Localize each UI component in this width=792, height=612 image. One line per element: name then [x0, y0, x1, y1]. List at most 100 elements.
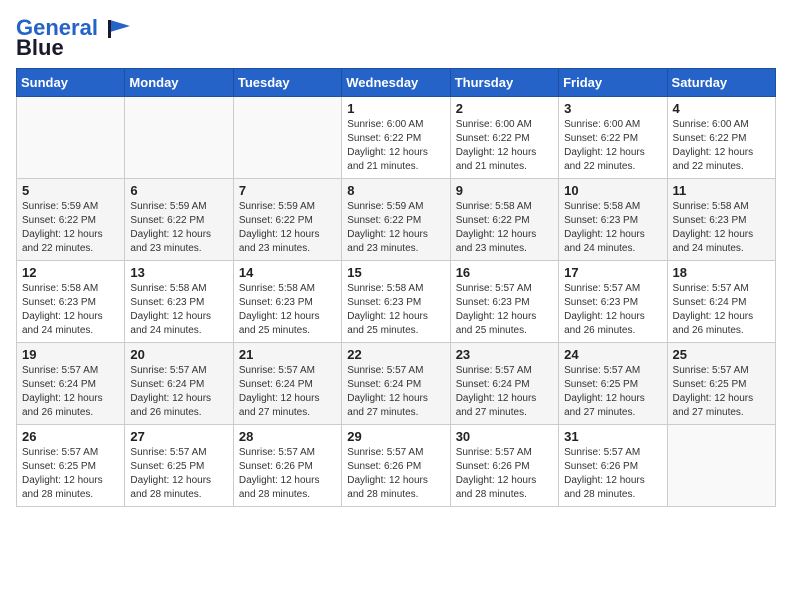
day-number: 26 — [22, 429, 119, 444]
day-number: 10 — [564, 183, 661, 198]
day-number: 1 — [347, 101, 444, 116]
cell-info: Sunrise: 5:57 AM Sunset: 6:23 PM Dayligh… — [564, 282, 661, 338]
cell-info: Sunrise: 6:00 AM Sunset: 6:22 PM Dayligh… — [673, 118, 770, 174]
calendar-week-row: 5 Sunrise: 5:59 AM Sunset: 6:22 PM Daylig… — [17, 179, 776, 261]
day-number: 11 — [673, 183, 770, 198]
calendar-cell: 25 Sunrise: 5:57 AM Sunset: 6:25 PM Dayli… — [667, 343, 775, 425]
cell-info: Sunrise: 5:58 AM Sunset: 6:23 PM Dayligh… — [239, 282, 336, 338]
calendar-cell: 21 Sunrise: 5:57 AM Sunset: 6:24 PM Dayli… — [233, 343, 341, 425]
calendar-header-row: SundayMondayTuesdayWednesdayThursdayFrid… — [17, 69, 776, 97]
cell-info: Sunrise: 5:57 AM Sunset: 6:25 PM Dayligh… — [130, 446, 227, 502]
day-number: 5 — [22, 183, 119, 198]
cell-info: Sunrise: 5:57 AM Sunset: 6:26 PM Dayligh… — [347, 446, 444, 502]
day-number: 2 — [456, 101, 553, 116]
cell-info: Sunrise: 5:57 AM Sunset: 6:24 PM Dayligh… — [130, 364, 227, 420]
calendar-cell: 16Sunrise: 5:57 AM Sunset: 6:23 PM Dayli… — [450, 261, 558, 343]
day-number: 31 — [564, 429, 661, 444]
cell-info: Sunrise: 5:57 AM Sunset: 6:26 PM Dayligh… — [456, 446, 553, 502]
calendar-cell: 3 Sunrise: 6:00 AM Sunset: 6:22 PM Daylig… — [559, 97, 667, 179]
calendar-cell: 18 Sunrise: 5:57 AM Sunset: 6:24 PM Dayli… — [667, 261, 775, 343]
calendar-week-row: 12 Sunrise: 5:58 AM Sunset: 6:23 PM Dayli… — [17, 261, 776, 343]
cell-info: Sunrise: 5:58 AM Sunset: 6:23 PM Dayligh… — [564, 200, 661, 256]
calendar-cell: 24 Sunrise: 5:57 AM Sunset: 6:25 PM Dayli… — [559, 343, 667, 425]
calendar-cell: 31 Sunrise: 5:57 AM Sunset: 6:26 PM Dayli… — [559, 425, 667, 507]
day-number: 23 — [456, 347, 553, 362]
cell-info: Sunrise: 5:57 AM Sunset: 6:24 PM Dayligh… — [347, 364, 444, 420]
cell-info: Sunrise: 5:59 AM Sunset: 6:22 PM Dayligh… — [239, 200, 336, 256]
day-number: 29 — [347, 429, 444, 444]
weekday-header-tuesday: Tuesday — [233, 69, 341, 97]
day-number: 3 — [564, 101, 661, 116]
page-header: General Blue — [16, 16, 776, 60]
cell-info: Sunrise: 5:57 AM Sunset: 6:24 PM Dayligh… — [239, 364, 336, 420]
calendar-week-row: 26 Sunrise: 5:57 AM Sunset: 6:25 PM Dayli… — [17, 425, 776, 507]
day-number: 4 — [673, 101, 770, 116]
calendar-cell: 27Sunrise: 5:57 AM Sunset: 6:25 PM Dayli… — [125, 425, 233, 507]
cell-info: Sunrise: 6:00 AM Sunset: 6:22 PM Dayligh… — [564, 118, 661, 174]
calendar-cell: 15Sunrise: 5:58 AM Sunset: 6:23 PM Dayli… — [342, 261, 450, 343]
calendar-cell — [17, 97, 125, 179]
cell-info: Sunrise: 5:57 AM Sunset: 6:25 PM Dayligh… — [673, 364, 770, 420]
weekday-header-thursday: Thursday — [450, 69, 558, 97]
day-number: 8 — [347, 183, 444, 198]
cell-info: Sunrise: 5:57 AM Sunset: 6:25 PM Dayligh… — [22, 446, 119, 502]
logo: General Blue — [16, 16, 134, 60]
calendar-cell: 28 Sunrise: 5:57 AM Sunset: 6:26 PM Dayli… — [233, 425, 341, 507]
day-number: 30 — [456, 429, 553, 444]
calendar-cell: 22 Sunrise: 5:57 AM Sunset: 6:24 PM Dayli… — [342, 343, 450, 425]
calendar-cell: 10 Sunrise: 5:58 AM Sunset: 6:23 PM Dayli… — [559, 179, 667, 261]
day-number: 14 — [239, 265, 336, 280]
day-number: 13 — [130, 265, 227, 280]
calendar-cell: 9 Sunrise: 5:58 AM Sunset: 6:22 PM Daylig… — [450, 179, 558, 261]
cell-info: Sunrise: 5:57 AM Sunset: 6:24 PM Dayligh… — [456, 364, 553, 420]
calendar-cell: 17 Sunrise: 5:57 AM Sunset: 6:23 PM Dayli… — [559, 261, 667, 343]
logo-flag-icon — [106, 18, 134, 40]
day-number: 19 — [22, 347, 119, 362]
cell-info: Sunrise: 5:57 AM Sunset: 6:25 PM Dayligh… — [564, 364, 661, 420]
cell-info: Sunrise: 5:57 AM Sunset: 6:24 PM Dayligh… — [22, 364, 119, 420]
day-number: 9 — [456, 183, 553, 198]
calendar-cell: 19 Sunrise: 5:57 AM Sunset: 6:24 PM Dayli… — [17, 343, 125, 425]
cell-info: Sunrise: 6:00 AM Sunset: 6:22 PM Dayligh… — [456, 118, 553, 174]
calendar-cell: 6Sunrise: 5:59 AM Sunset: 6:22 PM Daylig… — [125, 179, 233, 261]
calendar-cell: 5 Sunrise: 5:59 AM Sunset: 6:22 PM Daylig… — [17, 179, 125, 261]
day-number: 17 — [564, 265, 661, 280]
weekday-header-wednesday: Wednesday — [342, 69, 450, 97]
day-number: 16 — [456, 265, 553, 280]
calendar-cell — [233, 97, 341, 179]
day-number: 12 — [22, 265, 119, 280]
calendar-cell — [667, 425, 775, 507]
day-number: 22 — [347, 347, 444, 362]
cell-info: Sunrise: 5:58 AM Sunset: 6:23 PM Dayligh… — [22, 282, 119, 338]
weekday-header-friday: Friday — [559, 69, 667, 97]
calendar-table: SundayMondayTuesdayWednesdayThursdayFrid… — [16, 68, 776, 507]
cell-info: Sunrise: 6:00 AM Sunset: 6:22 PM Dayligh… — [347, 118, 444, 174]
cell-info: Sunrise: 5:57 AM Sunset: 6:24 PM Dayligh… — [673, 282, 770, 338]
day-number: 28 — [239, 429, 336, 444]
day-number: 18 — [673, 265, 770, 280]
calendar-cell: 8 Sunrise: 5:59 AM Sunset: 6:22 PM Daylig… — [342, 179, 450, 261]
day-number: 24 — [564, 347, 661, 362]
day-number: 7 — [239, 183, 336, 198]
calendar-week-row: 1 Sunrise: 6:00 AM Sunset: 6:22 PM Daylig… — [17, 97, 776, 179]
weekday-header-sunday: Sunday — [17, 69, 125, 97]
calendar-cell: 14 Sunrise: 5:58 AM Sunset: 6:23 PM Dayli… — [233, 261, 341, 343]
cell-info: Sunrise: 5:59 AM Sunset: 6:22 PM Dayligh… — [347, 200, 444, 256]
cell-info: Sunrise: 5:57 AM Sunset: 6:26 PM Dayligh… — [564, 446, 661, 502]
weekday-header-saturday: Saturday — [667, 69, 775, 97]
calendar-cell: 30 Sunrise: 5:57 AM Sunset: 6:26 PM Dayli… — [450, 425, 558, 507]
day-number: 21 — [239, 347, 336, 362]
cell-info: Sunrise: 5:59 AM Sunset: 6:22 PM Dayligh… — [22, 200, 119, 256]
weekday-header-monday: Monday — [125, 69, 233, 97]
calendar-cell: 12 Sunrise: 5:58 AM Sunset: 6:23 PM Dayli… — [17, 261, 125, 343]
calendar-cell: 29 Sunrise: 5:57 AM Sunset: 6:26 PM Dayli… — [342, 425, 450, 507]
cell-info: Sunrise: 5:58 AM Sunset: 6:23 PM Dayligh… — [130, 282, 227, 338]
cell-info: Sunrise: 5:58 AM Sunset: 6:22 PM Dayligh… — [456, 200, 553, 256]
calendar-cell: 23 Sunrise: 5:57 AM Sunset: 6:24 PM Dayli… — [450, 343, 558, 425]
calendar-cell: 20Sunrise: 5:57 AM Sunset: 6:24 PM Dayli… — [125, 343, 233, 425]
calendar-cell: 13 Sunrise: 5:58 AM Sunset: 6:23 PM Dayli… — [125, 261, 233, 343]
day-number: 25 — [673, 347, 770, 362]
cell-info: Sunrise: 5:57 AM Sunset: 6:26 PM Dayligh… — [239, 446, 336, 502]
calendar-cell — [125, 97, 233, 179]
calendar-cell: 26 Sunrise: 5:57 AM Sunset: 6:25 PM Dayli… — [17, 425, 125, 507]
